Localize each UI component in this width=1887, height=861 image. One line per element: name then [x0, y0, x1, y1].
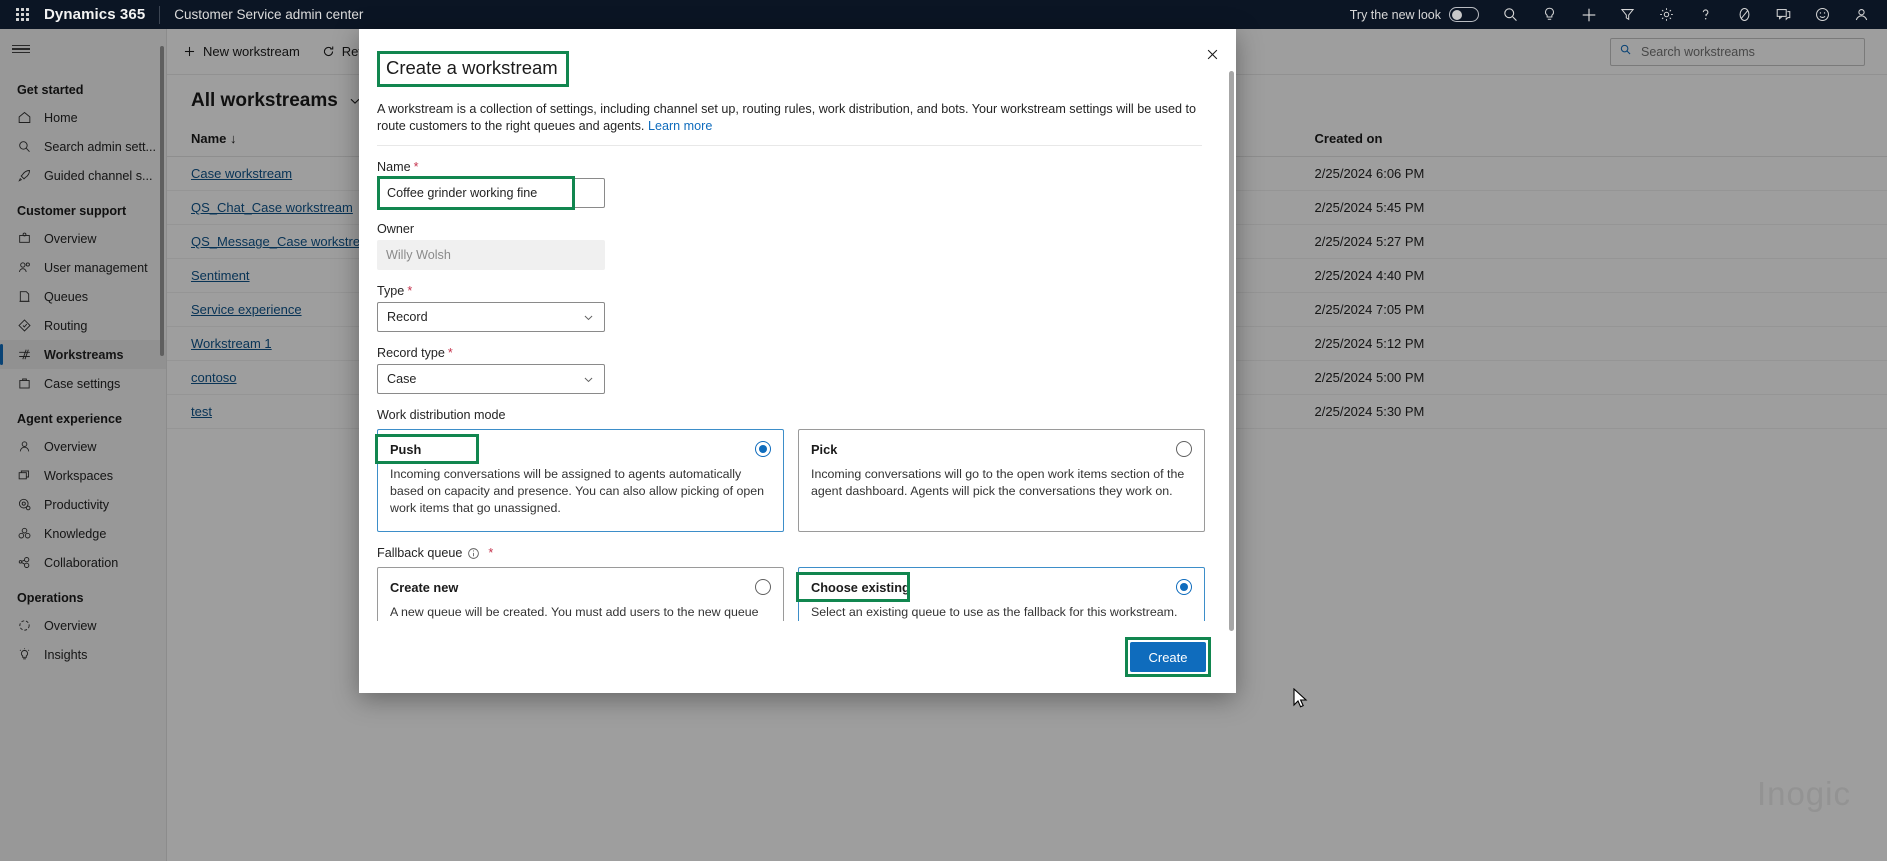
push-option-card[interactable]: Push Incoming conversations will be assi…	[377, 429, 784, 532]
record-type-value: Case	[387, 372, 416, 386]
smiley-icon[interactable]	[1803, 0, 1842, 29]
waffle-icon	[16, 8, 29, 21]
toggle-knob	[1452, 10, 1462, 20]
question-icon[interactable]	[1686, 0, 1725, 29]
name-label-text: Name	[377, 160, 411, 174]
work-distribution-mode-label: Work distribution mode	[377, 408, 1206, 422]
dialog-footer: Create	[359, 621, 1236, 693]
choose-existing-description: Select an existing queue to use as the f…	[811, 604, 1190, 621]
pick-option-title: Pick	[811, 442, 1190, 457]
type-label-text: Type	[377, 284, 404, 298]
lightbulb-icon[interactable]	[1530, 0, 1569, 29]
pick-option-card[interactable]: Pick Incoming conversations will go to t…	[798, 429, 1205, 532]
dialog-scrollbar[interactable]	[1229, 71, 1234, 631]
owner-input: Willy Wolsh	[377, 240, 605, 270]
create-button-label: Create	[1148, 650, 1187, 665]
type-label: Type*	[377, 284, 1206, 298]
try-new-look-label: Try the new look	[1350, 8, 1441, 22]
dialog-description-text: A workstream is a collection of settings…	[377, 102, 1196, 133]
chevron-down-icon	[582, 373, 595, 386]
create-new-queue-card[interactable]: Create new A new queue will be created. …	[377, 567, 784, 621]
type-dropdown[interactable]: Record	[377, 302, 605, 332]
fallback-queue-label: Fallback queue *	[377, 546, 1206, 560]
chevron-down-icon	[582, 311, 595, 324]
pick-option-description: Incoming conversations will go to the op…	[811, 466, 1190, 500]
try-new-look-toggle[interactable]	[1449, 7, 1479, 22]
work-distribution-label-text: Work distribution mode	[377, 408, 506, 422]
required-asterisk: *	[448, 346, 453, 360]
gear-icon[interactable]	[1647, 0, 1686, 29]
required-asterisk: *	[414, 160, 419, 174]
owner-label: Owner	[377, 222, 1206, 236]
required-asterisk: *	[488, 546, 493, 560]
divider	[159, 6, 160, 24]
choose-existing-title: Choose existing	[811, 580, 1190, 595]
search-icon[interactable]	[1491, 0, 1530, 29]
owner-label-text: Owner	[377, 222, 414, 236]
owner-value: Willy Wolsh	[386, 248, 451, 262]
create-workstream-dialog: Create a workstream A workstream is a co…	[359, 29, 1236, 693]
record-type-label: Record type*	[377, 346, 1206, 360]
fallback-queue-options: Create new A new queue will be created. …	[377, 567, 1206, 621]
create-button[interactable]: Create	[1130, 642, 1206, 672]
close-icon[interactable]	[1196, 39, 1228, 69]
record-type-dropdown[interactable]: Case	[377, 364, 605, 394]
feedback-icon[interactable]	[1764, 0, 1803, 29]
app-name: Customer Service admin center	[174, 7, 363, 22]
record-type-label-text: Record type	[377, 346, 445, 360]
top-app-bar: Dynamics 365 Customer Service admin cent…	[0, 0, 1887, 29]
diagnostics-icon[interactable]	[1725, 0, 1764, 29]
mouse-cursor	[1293, 688, 1309, 715]
push-option-title: Push	[390, 442, 769, 457]
required-asterisk: *	[407, 284, 412, 298]
dialog-description: A workstream is a collection of settings…	[377, 101, 1202, 146]
choose-existing-queue-card[interactable]: Choose existing Select an existing queue…	[798, 567, 1205, 621]
app-launcher-button[interactable]	[0, 8, 44, 21]
create-new-title: Create new	[390, 580, 769, 595]
name-input-value: Coffee grinder working fine	[387, 186, 537, 200]
plus-icon[interactable]	[1569, 0, 1608, 29]
name-label: Name*	[377, 160, 1206, 174]
learn-more-link[interactable]: Learn more	[648, 119, 712, 133]
top-bar-actions: Try the new look	[1350, 0, 1887, 29]
fallback-queue-label-text: Fallback queue	[377, 546, 462, 560]
account-icon[interactable]	[1842, 0, 1881, 29]
brand-title[interactable]: Dynamics 365	[44, 6, 159, 23]
push-option-description: Incoming conversations will be assigned …	[390, 466, 769, 517]
dialog-title: Create a workstream	[377, 51, 569, 87]
create-new-description: A new queue will be created. You must ad…	[390, 604, 769, 621]
name-input[interactable]: Coffee grinder working fine	[377, 178, 605, 208]
filter-icon[interactable]	[1608, 0, 1647, 29]
name-field-wrapper: Coffee grinder working fine	[377, 178, 605, 208]
work-distribution-options: Push Incoming conversations will be assi…	[377, 429, 1206, 532]
type-value: Record	[387, 310, 428, 324]
info-icon[interactable]	[467, 547, 480, 560]
dialog-body: Create a workstream A workstream is a co…	[359, 29, 1236, 621]
